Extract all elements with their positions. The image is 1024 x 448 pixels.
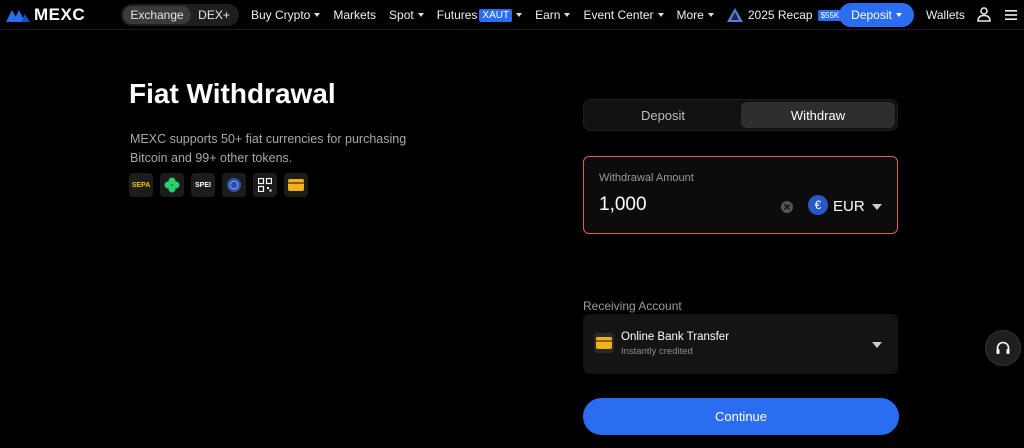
deposit-withdraw-tabs: Deposit Withdraw bbox=[583, 99, 898, 131]
chevron-down-icon bbox=[895, 13, 902, 17]
menu-earn[interactable]: Earn bbox=[535, 8, 571, 22]
euro-icon[interactable]: € bbox=[808, 195, 828, 215]
recap-label: 2025 Recap bbox=[747, 8, 813, 22]
chevron-down-icon bbox=[417, 13, 424, 17]
tab-deposit[interactable]: Deposit bbox=[586, 102, 740, 128]
receiving-account-label: Receiving Account bbox=[583, 299, 682, 313]
main-menu: Buy Crypto Markets Spot Futures XAUT Earn… bbox=[251, 0, 855, 30]
logo-text: MEXC bbox=[34, 5, 86, 24]
currency-select[interactable]: EUR bbox=[833, 198, 865, 215]
top-nav: MEXC Exchange DEX+ Buy Crypto Markets Sp… bbox=[0, 0, 1024, 30]
menu-futures[interactable]: Futures XAUT bbox=[436, 8, 523, 22]
chevron-down-icon bbox=[564, 13, 571, 17]
chevron-down-icon bbox=[516, 13, 523, 17]
spei-text: SPEI bbox=[195, 181, 211, 189]
page-title: Fiat Withdrawal bbox=[129, 78, 336, 109]
receiving-subtitle: Instantly credited bbox=[621, 346, 693, 357]
withdrawal-amount-field[interactable]: Withdrawal Amount 1,000 € EUR bbox=[583, 156, 898, 234]
card-icon bbox=[284, 173, 308, 197]
user-icon[interactable] bbox=[977, 7, 991, 27]
menu-markets[interactable]: Markets bbox=[333, 8, 376, 22]
mexc-logo[interactable]: MEXC bbox=[6, 5, 85, 25]
menu-label: Earn bbox=[535, 8, 561, 22]
qr-code-icon bbox=[253, 173, 277, 197]
menu-buy-crypto[interactable]: Buy Crypto bbox=[251, 8, 321, 22]
futures-tag: XAUT bbox=[479, 8, 513, 22]
chevron-down-icon[interactable] bbox=[872, 342, 882, 348]
menu-label: Markets bbox=[333, 8, 377, 22]
spei-icon: SPEI bbox=[191, 173, 215, 197]
menu-recap[interactable]: 2025 Recap $55K bbox=[726, 8, 843, 22]
chevron-down-icon bbox=[657, 13, 664, 17]
exchange-toggle[interactable]: Exchange bbox=[123, 6, 191, 24]
clear-icon[interactable] bbox=[781, 201, 793, 213]
receiving-account-select[interactable]: Online Bank Transfer Instantly credited bbox=[583, 314, 898, 374]
clover-icon bbox=[160, 173, 184, 197]
wallets-link[interactable]: Wallets bbox=[926, 8, 965, 22]
nav-deposit-label: Deposit bbox=[851, 8, 892, 22]
receiving-method: Online Bank Transfer bbox=[621, 331, 730, 343]
menu-label: Spot bbox=[389, 8, 414, 22]
platform-switch: Exchange DEX+ bbox=[121, 4, 239, 26]
menu-event-center[interactable]: Event Center bbox=[583, 8, 664, 22]
chevron-down-icon[interactable] bbox=[872, 204, 882, 210]
sepa-icon: SEPA bbox=[129, 173, 153, 197]
dex-toggle[interactable]: DEX+ bbox=[191, 6, 237, 24]
chevron-down-icon bbox=[314, 13, 321, 17]
recap-triangle-icon bbox=[726, 8, 743, 22]
mexc-logo-icon bbox=[6, 10, 30, 22]
menu-label: Futures bbox=[436, 8, 478, 22]
menu-label: More bbox=[676, 8, 704, 22]
menu-spot[interactable]: Spot bbox=[389, 8, 424, 22]
nav-deposit-button[interactable]: Deposit bbox=[839, 3, 914, 27]
amount-label: Withdrawal Amount bbox=[599, 172, 694, 184]
menu-more[interactable]: More bbox=[677, 8, 714, 22]
sepa-text: SEPA bbox=[131, 181, 151, 189]
bank-card-icon bbox=[594, 333, 614, 353]
hamburger-menu-icon[interactable] bbox=[1005, 8, 1017, 26]
payment-methods: SEPA SPEI bbox=[129, 173, 308, 197]
menu-label: Event Center bbox=[583, 8, 654, 22]
pay-icon bbox=[222, 173, 246, 197]
page-description: MEXC supports 50+ fiat currencies for pu… bbox=[130, 132, 407, 165]
menu-label: Buy Crypto bbox=[251, 8, 311, 22]
headset-support-icon[interactable] bbox=[985, 330, 1021, 366]
chevron-down-icon bbox=[707, 13, 714, 17]
amount-input[interactable]: 1,000 bbox=[599, 194, 647, 216]
continue-button[interactable]: Continue bbox=[583, 398, 899, 435]
tab-withdraw[interactable]: Withdraw bbox=[741, 102, 895, 128]
